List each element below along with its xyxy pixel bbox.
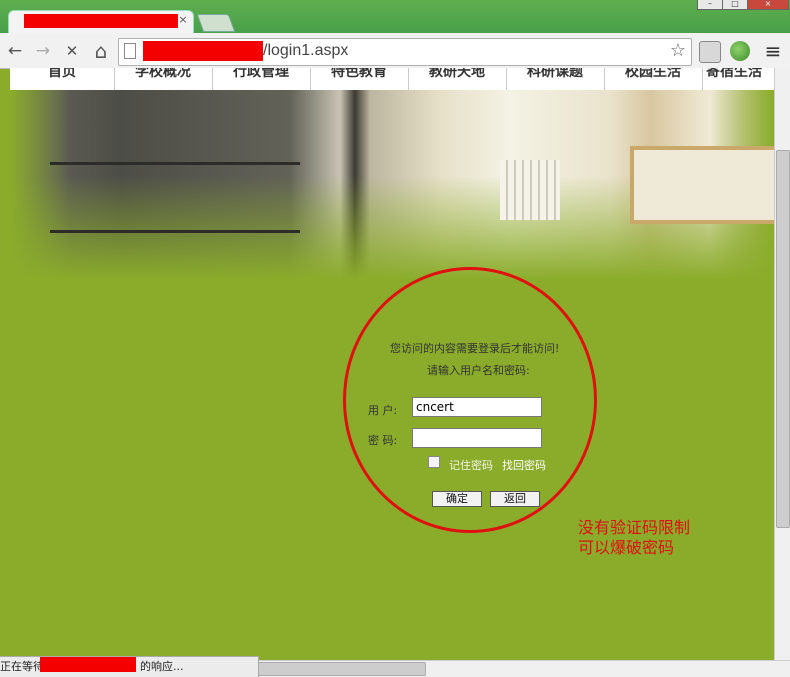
password-input[interactable] [412,428,542,448]
horizontal-scroll-thumb[interactable] [258,662,426,676]
vertical-scroll-thumb[interactable] [776,150,790,528]
banner-detail [50,162,300,165]
banner-heater [500,160,560,220]
annotation-line-1: 没有验证码限制 [578,518,691,537]
login-prompt: 请输入用户名和密码: [427,364,530,377]
minimize-icon[interactable]: – [697,0,723,10]
login-message: 您访问的内容需要登录后才能访问! [390,342,560,355]
new-tab-button[interactable] [196,14,236,32]
remember-label: 记住密码 [449,459,493,472]
stop-icon[interactable]: ✕ [61,40,83,62]
tab-close-icon[interactable]: × [178,14,188,26]
banner-bed [630,146,774,224]
close-window-icon[interactable]: × [747,0,789,10]
status-suffix: 的响应... [140,660,184,673]
nav-item-education[interactable]: 特色教育 [310,68,409,90]
status-host-redacted [40,657,136,672]
username-label: 用 户: [368,404,398,417]
username-input[interactable]: cncert [412,397,542,417]
nav-item-school[interactable]: 学校概况 [114,68,213,90]
page-icon [124,43,136,59]
globe-icon[interactable] [730,41,750,61]
forgot-password-link[interactable]: 找回密码 [502,457,546,473]
nav-item-campus[interactable]: 校园生活 [604,68,703,90]
back-icon[interactable]: ← [4,40,26,62]
tab-title-redacted [24,14,178,28]
nav-item-teaching[interactable]: 教研天地 [408,68,507,90]
nav-item-boarding[interactable]: 寄宿生活 [702,68,774,90]
annotation-line-2: 可以爆破密码 [578,538,675,557]
banner-detail [50,230,300,233]
menu-icon[interactable]: ≡ [762,40,784,62]
nav-item-research[interactable]: 科研课题 [506,68,605,90]
confirm-button[interactable]: 确定 [432,491,482,507]
url-host-redacted [143,41,263,61]
url-path: /login1.aspx [263,42,349,59]
remember-checkbox[interactable] [428,456,440,468]
password-label: 密 码: [368,434,398,447]
maximize-icon[interactable]: □ [722,0,748,10]
nav-item-home[interactable]: 首页 [10,68,115,90]
status-prefix: 正在等待 [0,660,44,673]
forward-icon[interactable]: → [32,40,54,62]
extension-icon[interactable] [699,41,721,63]
home-icon[interactable]: ⌂ [90,40,112,62]
bookmark-star-icon[interactable]: ☆ [667,40,689,62]
banner-image [10,90,774,280]
nav-item-admin[interactable]: 行政管理 [212,68,311,90]
site-nav: 首页 学校概况 行政管理 特色教育 教研天地 科研课题 校园生活 寄宿生活 [10,68,774,91]
back-button[interactable]: 返回 [490,491,540,507]
